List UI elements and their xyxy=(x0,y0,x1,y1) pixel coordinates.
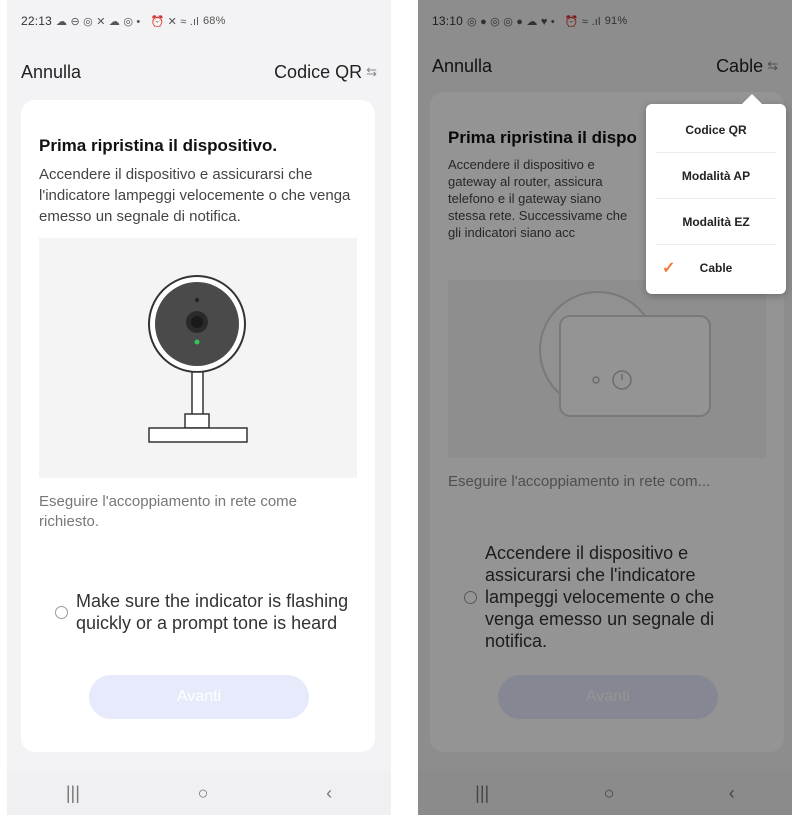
confirm-radio[interactable] xyxy=(55,605,68,619)
next-button[interactable]: Avanti xyxy=(89,675,309,719)
status-bar: 22:13 ☁ ⊖ ◎ ✕ ☁ ◎ • ⏰ ✕ ≈ .ıl 68% xyxy=(7,0,391,42)
page-title: Prima ripristina il dispositivo. xyxy=(39,136,278,155)
dropdown-item-label: Cable xyxy=(699,261,733,275)
check-icon: ✓ xyxy=(662,260,676,277)
divider xyxy=(656,198,776,199)
description: Accendere il dispositivo e assicurarsi c… xyxy=(39,166,351,225)
content-card: Prima ripristina il dispositivo. Accende… xyxy=(21,100,375,752)
phone-screen-cable: 13:10 ◎ ● ◎ ◎ ● ☁ ♥ • ⏰ ≈ .ıl 91% Annull… xyxy=(418,0,792,815)
mode-label: Codice QR xyxy=(274,61,363,82)
camera-icon xyxy=(148,275,248,443)
home-button[interactable]: ○ xyxy=(198,783,209,804)
divider xyxy=(656,152,776,153)
divider xyxy=(656,244,776,245)
top-bar: Annulla Codice QR ⇆ xyxy=(7,52,391,92)
dropdown-item-label: Modalità EZ xyxy=(682,215,750,229)
pairing-hint: Eseguire l'accoppiamento in rete come ri… xyxy=(39,493,298,530)
recent-apps-button[interactable]: ||| xyxy=(66,783,80,804)
back-button[interactable]: ‹ xyxy=(326,783,332,804)
cancel-button[interactable]: Annulla xyxy=(21,62,81,83)
confirm-checkbox-row[interactable]: Make sure the indicator is flashing quic… xyxy=(55,590,355,634)
dropdown-item-ez[interactable]: Modalità EZ xyxy=(646,200,786,244)
confirm-label: Make sure the indicator is flashing quic… xyxy=(76,591,349,633)
status-battery: 68% xyxy=(202,15,226,27)
dropdown-item-qr[interactable]: Codice QR xyxy=(646,108,786,152)
dropdown-item-label: Modalità AP xyxy=(681,169,751,183)
status-time: 22:13 xyxy=(21,14,53,28)
status-notification-icons: ☁ ⊖ ◎ ✕ ☁ ◎ • xyxy=(56,15,141,28)
mode-selector[interactable]: Codice QR ⇆ xyxy=(274,62,377,83)
status-signal-icons: ⏰ ✕ ≈ .ıl xyxy=(150,15,199,28)
mode-dropdown: Codice QR Modalità AP Modalità EZ ✓ Cabl… xyxy=(646,94,786,294)
phone-screen-qr: 22:13 ☁ ⊖ ◎ ✕ ☁ ◎ • ⏰ ✕ ≈ .ıl 68% Annull… xyxy=(7,0,391,815)
swap-icon: ⇆ xyxy=(366,64,377,79)
dropdown-item-ap[interactable]: Modalità AP xyxy=(646,154,786,198)
system-nav-bar: ||| ○ ‹ xyxy=(7,771,391,815)
dropdown-item-cable[interactable]: ✓ Cable xyxy=(646,246,786,290)
dropdown-item-label: Codice QR xyxy=(685,123,747,137)
camera-illustration xyxy=(39,238,357,478)
